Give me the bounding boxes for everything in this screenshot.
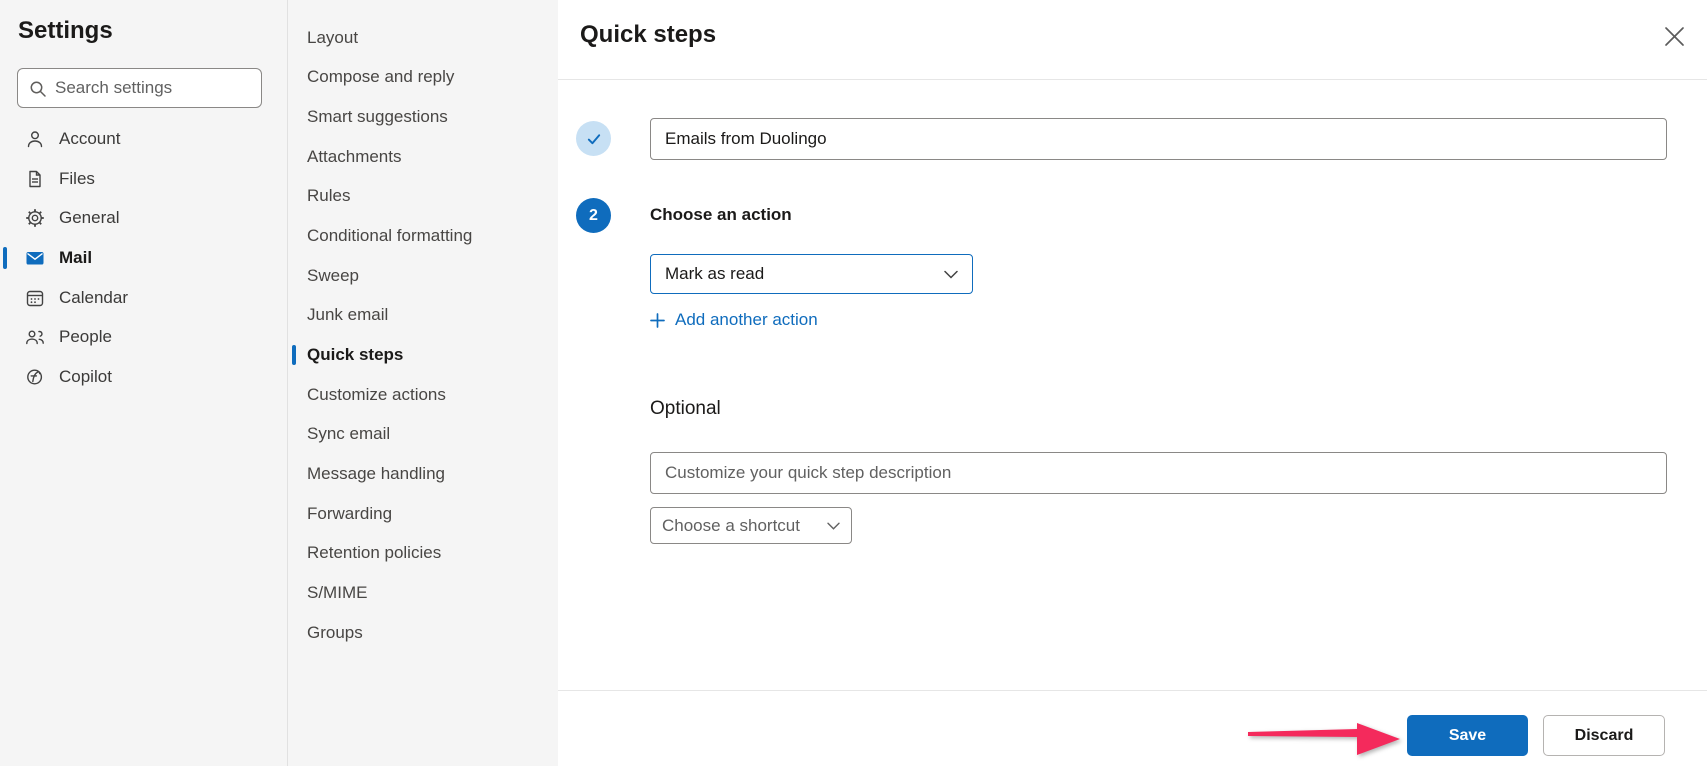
nav-item-groups[interactable]: Groups [288,613,558,653]
nav-item-forwarding[interactable]: Forwarding [288,494,558,534]
sidebar-item-calendar[interactable]: Calendar [0,278,287,318]
sidebar-item-label: Account [59,129,120,149]
step2-number-badge: 2 [576,198,611,233]
outlook-settings-dialog: Settings Account [0,0,1707,766]
sidebar-item-files[interactable]: Files [0,159,287,199]
sidebar-item-label: Calendar [59,288,128,308]
sidebar-nav: Account Files [0,119,287,397]
nav-item-layout[interactable]: Layout [288,18,558,58]
shortcut-dropdown[interactable]: Choose a shortcut [650,507,852,544]
sidebar-item-people[interactable]: People [0,317,287,357]
sidebar-item-mail[interactable]: Mail [0,238,287,278]
chevron-down-icon [944,270,958,279]
gear-icon [25,208,45,228]
sidebar-item-account[interactable]: Account [0,119,287,159]
nav-item-retention-policies[interactable]: Retention policies [288,534,558,574]
arrow-annotation [1248,722,1400,756]
save-button[interactable]: Save [1407,715,1528,756]
step2-number: 2 [589,207,598,225]
sidebar-item-label: People [59,327,112,347]
nav-item-sync-email[interactable]: Sync email [288,415,558,455]
sidebar-item-label: General [59,208,119,228]
nav-item-customize-actions[interactable]: Customize actions [288,375,558,415]
file-icon [25,169,45,189]
people-icon [25,327,45,347]
quick-step-name-input[interactable] [650,118,1667,160]
nav-item-sweep[interactable]: Sweep [288,256,558,296]
add-another-action-link[interactable]: Add another action [650,310,818,330]
nav-item-attachments[interactable]: Attachments [288,137,558,177]
copilot-icon [25,367,45,387]
description-input[interactable] [650,452,1667,494]
close-icon [1662,24,1687,49]
action-dropdown-value: Mark as read [665,264,764,284]
sidebar-item-label: Copilot [59,367,112,387]
sidebar-item-copilot[interactable]: Copilot [0,357,287,397]
sidebar-item-label: Files [59,169,95,189]
person-icon [25,129,45,149]
nav-item-rules[interactable]: Rules [288,177,558,217]
settings-sidebar: Settings Account [0,0,288,766]
optional-heading: Optional [650,398,721,420]
plus-icon [650,313,665,328]
nav-item-message-handling[interactable]: Message handling [288,454,558,494]
nav-item-smime[interactable]: S/MIME [288,573,558,613]
settings-title: Settings [18,14,287,48]
search-input[interactable] [18,69,261,107]
close-button[interactable] [1660,22,1688,50]
footer-divider [558,690,1707,691]
nav-item-conditional-formatting[interactable]: Conditional formatting [288,216,558,256]
header-divider [558,79,1707,80]
nav-item-smart-suggestions[interactable]: Smart suggestions [288,97,558,137]
panel-title: Quick steps [580,18,716,52]
add-another-action-label: Add another action [675,310,818,330]
checkmark-icon [585,130,603,148]
search-settings-box[interactable] [17,68,262,108]
nav-item-junk-email[interactable]: Junk email [288,296,558,336]
sidebar-item-general[interactable]: General [0,198,287,238]
action-dropdown[interactable]: Mark as read [650,254,973,294]
quick-steps-panel: Quick steps 2 Choose an action Mark as r… [558,0,1707,766]
chevron-down-icon [827,522,840,530]
sidebar-item-label: Mail [59,248,92,268]
search-icon [29,80,47,98]
nav-item-quick-steps[interactable]: Quick steps [288,335,558,375]
mail-settings-nav: Layout Compose and reply Smart suggestio… [288,0,558,766]
step1-completed-badge [576,121,611,156]
choose-action-label: Choose an action [650,203,792,227]
nav-item-compose-and-reply[interactable]: Compose and reply [288,58,558,98]
shortcut-dropdown-value: Choose a shortcut [662,516,800,536]
calendar-icon [25,288,45,308]
mail-icon [25,248,45,268]
discard-button[interactable]: Discard [1543,715,1665,756]
